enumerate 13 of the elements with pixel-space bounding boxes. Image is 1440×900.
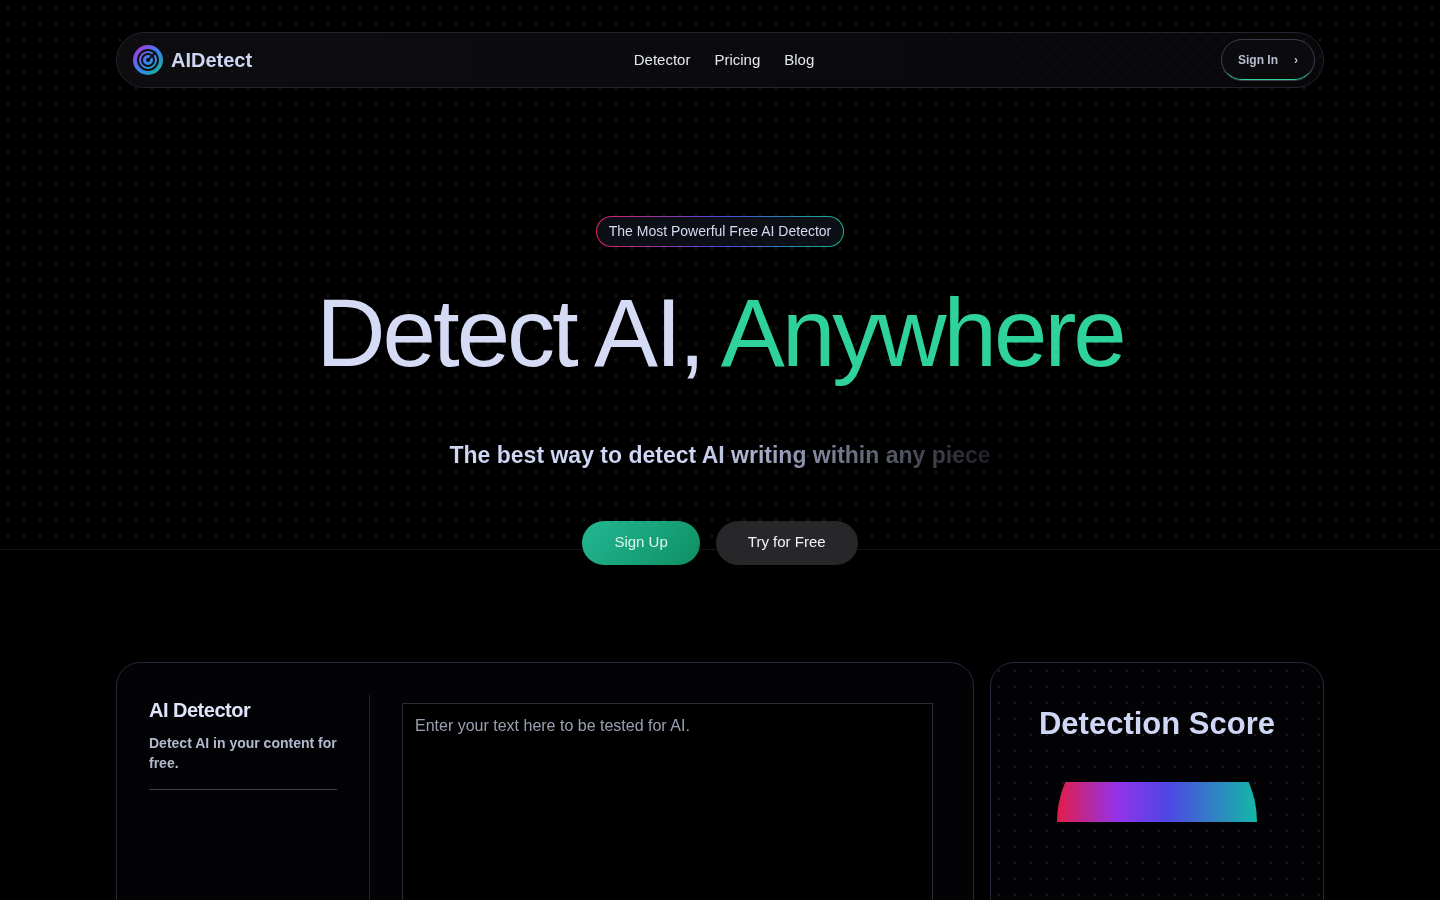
detector-title: AI Detector — [149, 698, 252, 723]
hero-headline: Detect AI, Anywhere — [316, 278, 1124, 388]
brand-name[interactable]: AIDetect — [171, 45, 253, 75]
score-title: Detection Score — [1039, 705, 1275, 743]
nav-link[interactable]: Blog — [784, 48, 815, 72]
try-free-button[interactable]: Try for Free — [715, 520, 858, 565]
detector-description: Detect AI in your content for free. — [149, 734, 337, 773]
sign-in-button[interactable]: Sign In › — [1221, 39, 1315, 81]
text-input-field[interactable]: Enter your text here to be tested for AI. — [402, 703, 933, 900]
radar-logo-icon — [133, 45, 163, 75]
hero-badge: The Most Powerful Free AI Detector — [595, 216, 845, 247]
nav-link[interactable]: Detector — [633, 48, 691, 72]
nav-link[interactable]: Pricing — [714, 48, 761, 72]
